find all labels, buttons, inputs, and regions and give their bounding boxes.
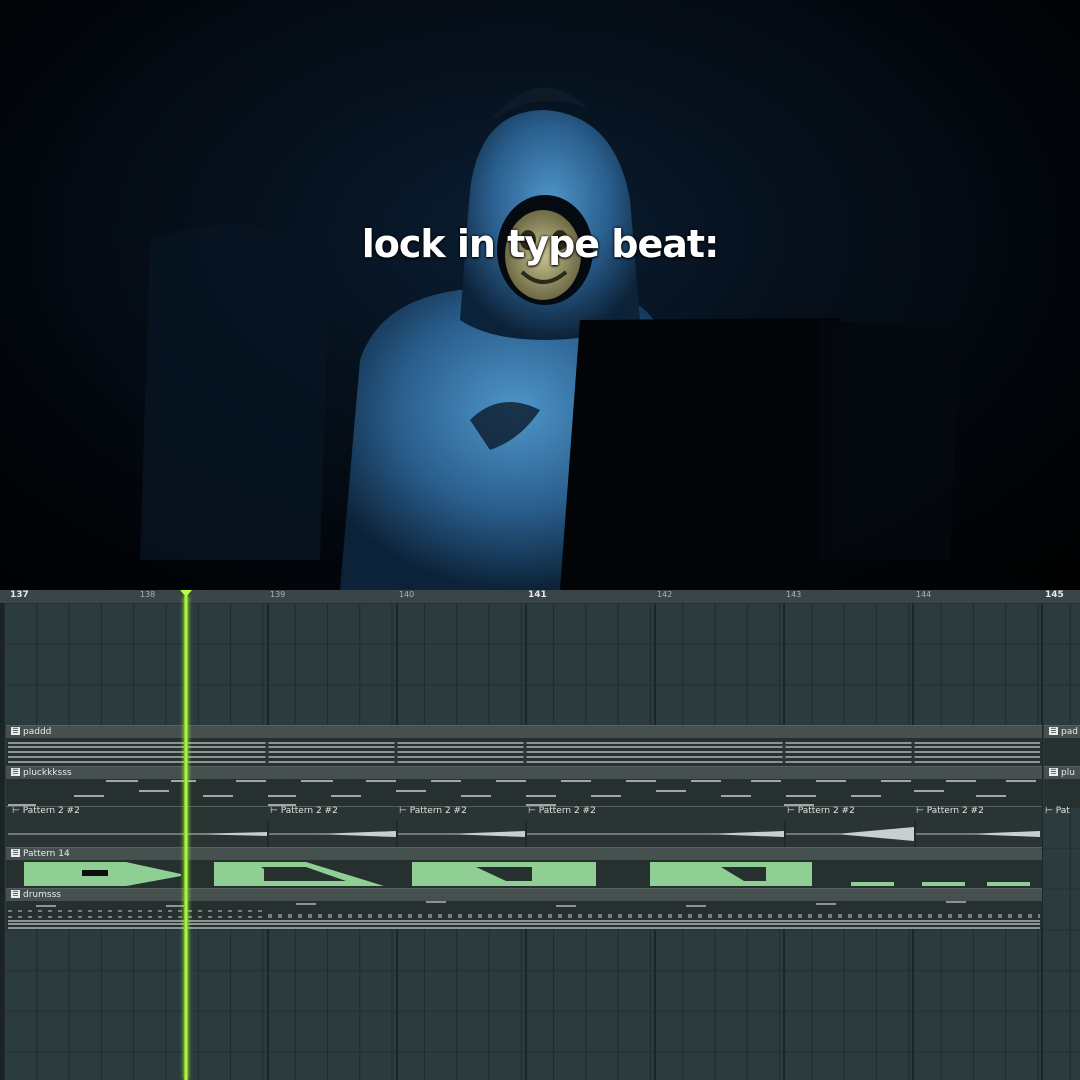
audio-waveform [8,821,1040,847]
clip-pluckkksss[interactable]: ☰ pluckkksss [6,766,1042,807]
audio-clip-label[interactable]: ⊢ Pattern 2 #2 [916,806,984,816]
clip-notes [8,780,1036,806]
bar-number: 141 [528,590,547,600]
clip-header: ☰ drumsss [6,889,1042,901]
video-frame: lock in type beat: [0,0,1080,590]
bar-number: 145 [1045,590,1064,600]
bar-number: 138 [140,590,156,599]
audio-clip-label[interactable]: ⊢ Pattern 2 #2 [787,806,855,816]
bar-number: 144 [916,590,932,599]
audio-clip-label[interactable]: ⊢ Pattern 2 #2 [12,806,80,816]
clip-name: plu [1061,768,1075,778]
audio-clip-label[interactable]: ⊢ Pattern 2 #2 [270,806,338,816]
clip-notes [8,741,1040,764]
pattern-icon: ☰ [11,849,20,857]
bar-number: 137 [10,590,29,600]
bar-number: 140 [399,590,415,599]
clip-drumsss[interactable]: ☰ drumsss [6,888,1042,929]
timeline-ruler[interactable]: 137 138 139 140 141 142 143 144 145 [0,590,1080,603]
pattern-icon: ☰ [1049,768,1058,776]
clip-pattern-14[interactable]: ☰ Pattern 14 [6,847,1042,888]
audio-clip-label[interactable]: ⊢ Pat [1045,806,1070,816]
bar-number: 142 [657,590,673,599]
caption-text: lock in type beat: [361,222,720,266]
clip-header: ☰ paddd [6,726,1042,738]
hooded-figure-image [140,87,960,590]
pattern-icon: ☰ [11,727,20,735]
clip-name: pluckkksss [23,768,72,778]
audio-clip-label[interactable]: ⊢ Pattern 2 #2 [528,806,596,816]
clip-name: paddd [23,727,52,737]
bar-number: 143 [786,590,802,599]
clip-header: ☰ pluckkksss [6,767,1042,779]
audio-clip-label[interactable]: ⊢ Pattern 2 #2 [399,806,467,816]
playhead[interactable] [184,596,188,1080]
pattern-icon: ☰ [11,890,20,898]
clip-paddd[interactable]: ☰ paddd [6,725,1042,766]
clip-paddd-next[interactable]: ☰ pad [1044,725,1080,766]
clip-pattern-2-2[interactable] [6,806,1042,847]
clip-name: drumsss [23,890,61,900]
clip-notes [8,901,1040,929]
bar-number: 139 [270,590,286,599]
pattern-icon: ☰ [11,768,20,776]
clip-notes [24,862,1030,886]
clip-name: pad [1061,727,1078,737]
clip-pluckkksss-next[interactable]: ☰ plu [1044,766,1080,807]
pattern-icon: ☰ [1049,727,1058,735]
clip-name: Pattern 14 [23,849,70,859]
clip-header: ☰ Pattern 14 [6,848,1042,860]
